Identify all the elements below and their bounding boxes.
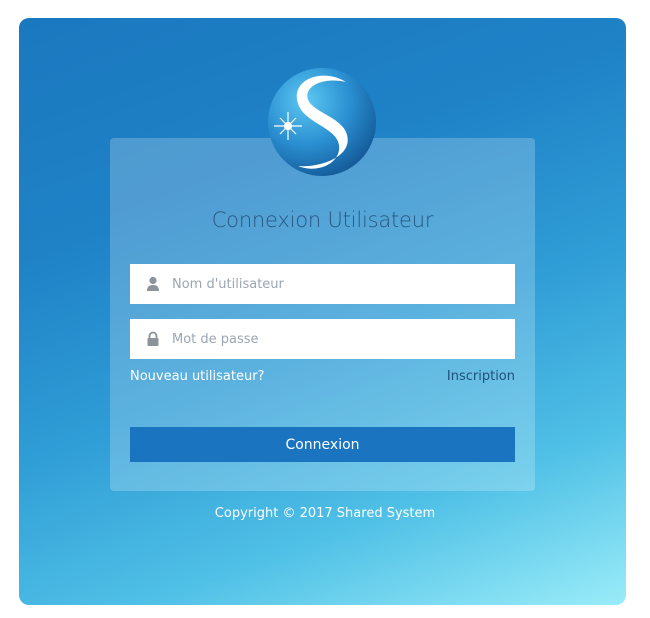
password-input[interactable] [172,319,502,359]
user-icon [147,276,159,291]
login-title: Connexion Utilisateur [211,208,434,232]
lock-icon [147,331,159,346]
username-field[interactable] [130,264,515,304]
new-user-link[interactable]: Nouveau utilisateur? [130,369,264,384]
copyright-text: Copyright © 2017 Shared System [214,506,436,521]
login-button[interactable]: Connexion [130,427,515,462]
password-field[interactable] [130,319,515,359]
logo-icon [268,68,376,176]
username-input[interactable] [172,264,502,304]
signup-link[interactable]: Inscription [447,369,515,384]
